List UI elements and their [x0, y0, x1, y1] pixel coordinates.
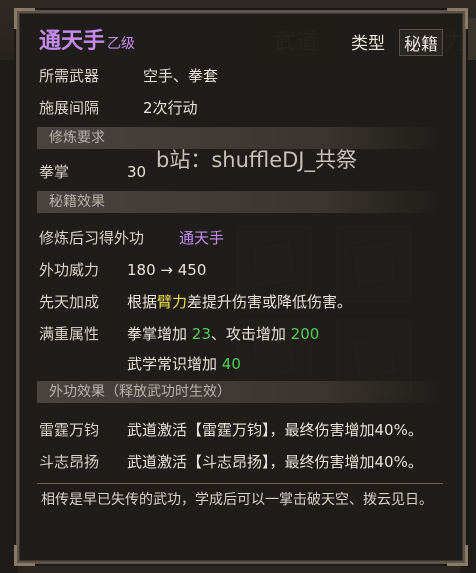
full-b-text: 、攻击增加	[210, 325, 291, 343]
full-a-text: 拳掌增加	[127, 325, 192, 343]
item-grade: 乙级	[107, 36, 136, 52]
watermark: b站：shuffleDJ_共祭	[156, 148, 357, 172]
type-label: 类型	[351, 34, 385, 54]
weapon-row: 所需武器 空手、拳套	[39, 65, 218, 86]
interval-value: 2次行动	[143, 99, 198, 117]
skill-section-header: 外功效果（释放武功时生效）	[37, 381, 441, 403]
full-value-1: 拳掌增加 23、攻击增加 200	[127, 323, 319, 344]
full-row: 满重属性 拳掌增加 23、攻击增加 200	[39, 323, 319, 344]
full-a-val: 23	[191, 325, 211, 343]
interval-label: 施展间隔	[39, 99, 100, 117]
innate-label: 先天加成	[39, 293, 100, 311]
learn-label: 修炼后习得外功	[39, 229, 145, 247]
type-value: 秘籍	[399, 29, 443, 56]
corner-ornament	[447, 545, 468, 566]
full-label: 满重属性	[39, 325, 100, 343]
skill1-value: 武道激活【雷霆万钧】，最终伤害增加40%。	[127, 421, 423, 439]
skill2-value: 武道激活【斗志昂扬】，最终伤害增加40%。	[127, 453, 423, 471]
learn-row: 修炼后习得外功 通天手	[39, 227, 224, 248]
full-line2-text: 武学常识增加	[127, 355, 222, 373]
item-title: 通天手 乙级	[39, 23, 135, 55]
interval-row: 施展间隔 2次行动	[39, 97, 198, 118]
learn-value: 通天手	[179, 229, 225, 247]
corner-ornament	[14, 8, 35, 29]
power-row: 外功威力 180 → 450	[39, 259, 206, 280]
full-line2-val: 40	[221, 355, 241, 373]
skill-book-tooltip: 通天手 乙级 类型 秘籍 所需武器 空手、拳套 施展间隔 2次行动 修炼要求 拳掌…	[14, 8, 468, 566]
skill1-row: 雷霆万钧 武道激活【雷霆万钧】，最终伤害增加40%。	[39, 419, 423, 440]
skill2-label: 斗志昂扬	[39, 453, 100, 471]
item-description: 相传是早已失传的武功，学成后可以一掌击破天空、拨云见日。	[41, 492, 433, 508]
item-type: 类型 秘籍	[351, 29, 443, 56]
innate-value: 根据臂力差提升伤害或降低伤害。	[127, 291, 352, 312]
requirement-row: 拳掌 30	[39, 161, 146, 182]
power-label: 外功威力	[39, 261, 100, 279]
weapon-label: 所需武器	[39, 67, 100, 85]
power-value: 180 → 450	[127, 260, 207, 279]
corner-ornament	[447, 8, 468, 29]
skill1-label: 雷霆万钧	[39, 421, 100, 439]
full-b-val: 200	[290, 325, 320, 343]
corner-ornament	[14, 545, 35, 566]
innate-post: 差提升伤害或降低伤害。	[187, 293, 353, 311]
description-divider	[37, 483, 443, 484]
requirement-label: 拳掌	[39, 163, 70, 181]
skill2-row: 斗志昂扬 武道激活【斗志昂扬】，最终伤害增加40%。	[39, 451, 423, 472]
requirement-value: 30	[127, 162, 147, 181]
full-row-2: 武学常识增加 40	[127, 353, 241, 374]
innate-pre: 根据	[127, 293, 158, 311]
full-value-2: 武学常识增加 40	[127, 353, 241, 374]
weapon-value: 空手、拳套	[143, 67, 219, 85]
effect-section-header: 秘籍效果	[37, 191, 441, 213]
innate-row: 先天加成 根据臂力差提升伤害或降低伤害。	[39, 291, 352, 312]
item-name: 通天手	[39, 29, 106, 54]
innate-highlight: 臂力	[157, 293, 188, 311]
